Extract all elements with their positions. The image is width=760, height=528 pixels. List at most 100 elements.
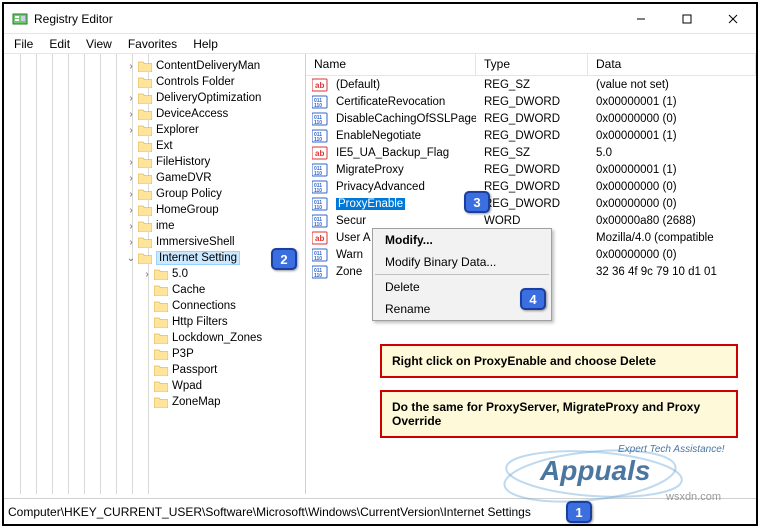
tree-item[interactable]: Ext [4,138,305,154]
tree-item[interactable]: ›GameDVR [4,170,305,186]
value-row[interactable]: IE5_UA_Backup_FlagREG_SZ5.0 [306,144,756,161]
value-data: 32 36 4f 9c 79 10 d1 01 [588,266,756,278]
dword-value-icon [312,129,328,143]
folder-icon [138,60,152,72]
value-data: 0x00000000 (0) [588,198,756,210]
tree-item[interactable]: ⌄ Internet Setting [4,250,305,266]
value-row[interactable]: ProxyEnableREG_DWORD0x00000000 (0) [306,195,756,212]
titlebar: Registry Editor [4,4,756,34]
tree-item-label: DeviceAccess [156,108,228,120]
tree-item[interactable]: ›FileHistory [4,154,305,170]
chevron-right-icon[interactable]: › [124,157,138,168]
close-button[interactable] [710,4,756,34]
value-type: WORD [476,215,588,227]
badge-2: 2 [271,248,297,270]
value-row[interactable]: CertificateRevocationREG_DWORD0x00000001… [306,93,756,110]
dword-value-icon [312,112,328,126]
value-name: (Default) [328,79,476,91]
chevron-right-icon[interactable]: › [124,173,138,184]
tree-item[interactable]: ZoneMap [4,394,305,410]
badge-1: 1 [566,501,592,523]
tree-item[interactable]: › Group Policy [4,186,305,202]
value-data: 5.0 [588,147,756,159]
chevron-right-icon[interactable]: › [124,93,138,104]
minimize-button[interactable] [618,4,664,34]
col-data[interactable]: Data [588,54,756,75]
value-name: PrivacyAdvanced [328,181,476,193]
chevron-right-icon[interactable]: › [124,237,138,248]
value-name: DisableCachingOfSSLPages [328,113,476,125]
value-name: MigrateProxy [328,164,476,176]
value-name: Secur [328,215,476,227]
chevron-right-icon[interactable]: › [124,61,138,72]
ctx-separator [375,274,549,275]
tree-item-label: Explorer [156,124,199,136]
tree-item-label: Group Policy [156,188,222,200]
tree-item[interactable]: Passport [4,362,305,378]
tree-item-label: ZoneMap [172,396,221,408]
value-row[interactable]: (Default)REG_SZ(value not set) [306,76,756,93]
value-type: REG_DWORD [476,96,588,108]
app-window: Registry Editor File Edit View Favorites… [2,2,758,526]
tree-item-label: Internet Setting [156,251,240,265]
folder-icon [154,268,168,280]
tree-item[interactable]: ›DeliveryOptimization [4,90,305,106]
tree-item[interactable]: Controls Folder [4,74,305,90]
value-data: (value not set) [588,79,756,91]
value-data: 0x00000000 (0) [588,181,756,193]
menu-view[interactable]: View [86,37,112,51]
tree-item[interactable]: Cache [4,282,305,298]
value-row[interactable]: DisableCachingOfSSLPagesREG_DWORD0x00000… [306,110,756,127]
chevron-down-icon[interactable]: ⌄ [124,253,138,264]
tree-item[interactable]: Lockdown_Zones [4,330,305,346]
chevron-right-icon[interactable]: › [140,269,154,280]
tree-item-label: Connections [172,300,236,312]
tree-item-label: Passport [172,364,217,376]
menu-file[interactable]: File [14,37,33,51]
folder-icon [154,332,168,344]
col-name[interactable]: Name [306,54,476,75]
menu-favorites[interactable]: Favorites [128,37,177,51]
folder-icon [154,380,168,392]
tree-item[interactable]: ›ime [4,218,305,234]
tree-item[interactable]: ›ContentDeliveryMan [4,58,305,74]
value-data: 0x00000000 (0) [588,249,756,261]
chevron-right-icon[interactable]: › [124,189,138,200]
value-data: 0x00000001 (1) [588,130,756,142]
tree-item[interactable]: Connections [4,298,305,314]
tree-item[interactable]: P3P [4,346,305,362]
menu-edit[interactable]: Edit [49,37,70,51]
value-type: REG_DWORD [476,181,588,193]
tree-item[interactable]: ›HomeGroup [4,202,305,218]
value-row[interactable]: EnableNegotiateREG_DWORD0x00000001 (1) [306,127,756,144]
chevron-right-icon[interactable]: › [124,125,138,136]
tree-pane[interactable]: ›ContentDeliveryMan Controls Folder ›Deliv… [4,54,306,494]
tree-item[interactable]: Wpad [4,378,305,394]
menu-help[interactable]: Help [193,37,218,51]
tree-item[interactable]: › Explorer [4,122,305,138]
value-data: 0x00000001 (1) [588,164,756,176]
maximize-button[interactable] [664,4,710,34]
tree-item-label: 5.0 [172,268,188,280]
ctx-modify[interactable]: Modify... [373,229,551,251]
value-row[interactable]: SecurWORD0x00000a80 (2688) [306,212,756,229]
ctx-modify-binary[interactable]: Modify Binary Data... [373,251,551,273]
tree-item[interactable]: ›ImmersiveShell [4,234,305,250]
folder-icon [138,236,152,248]
col-type[interactable]: Type [476,54,588,75]
tree-item[interactable]: › DeviceAccess [4,106,305,122]
value-row[interactable]: MigrateProxyREG_DWORD0x00000001 (1) [306,161,756,178]
tree-item-label: P3P [172,348,194,360]
chevron-right-icon[interactable]: › [124,109,138,120]
chevron-right-icon[interactable]: › [124,205,138,216]
chevron-right-icon[interactable]: › [124,221,138,232]
value-data: 0x00000001 (1) [588,96,756,108]
hint-1: Right click on ProxyEnable and choose De… [380,344,738,378]
value-type: REG_SZ [476,79,588,91]
value-name: ProxyEnable [328,198,476,210]
value-row[interactable]: PrivacyAdvancedREG_DWORD0x00000000 (0) [306,178,756,195]
dword-value-icon [312,197,328,211]
tree-item[interactable]: › 5.0 [4,266,305,282]
tree-item[interactable]: Http Filters [4,314,305,330]
tree-item-label: Controls Folder [156,76,235,88]
